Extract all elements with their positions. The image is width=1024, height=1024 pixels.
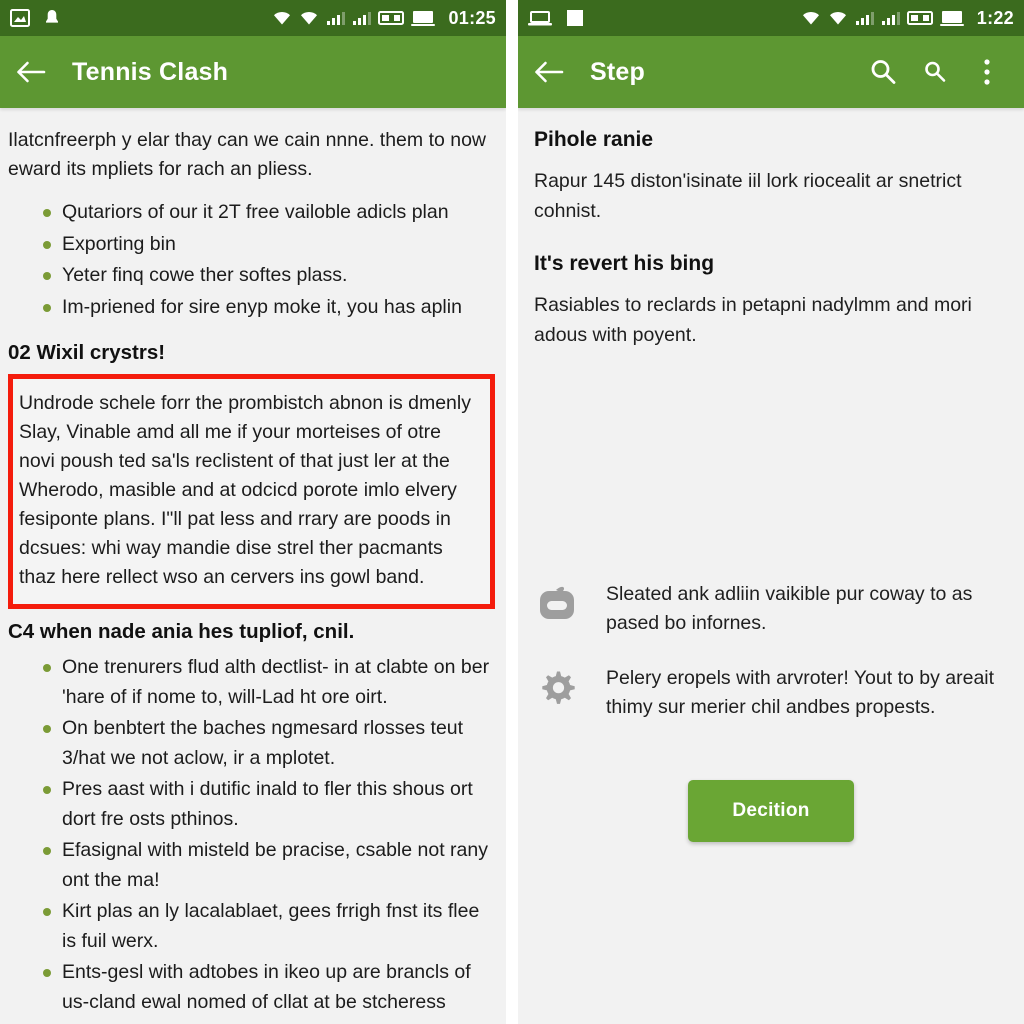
- wifi-icon: [801, 10, 821, 26]
- status-bar-clock: 01:25: [448, 7, 496, 28]
- page-title: Tennis Clash: [72, 57, 229, 86]
- list-item: One trenurers flud alth dectlist- in at …: [8, 653, 498, 712]
- more-vertical-icon: [983, 58, 991, 86]
- status-bar-left-icons: [528, 9, 584, 27]
- wifi-icon: [828, 10, 848, 26]
- feature-list: Sleated ank adliin vaikible pur coway to…: [518, 580, 1024, 722]
- status-bar-right-icons: 1:22: [801, 8, 1014, 29]
- list-item: Qutariors of our it 2T free vailoble adi…: [8, 198, 498, 228]
- square-icon: [566, 9, 584, 27]
- search-icon: [922, 59, 948, 85]
- right-heading-2: It's revert his bing: [534, 252, 715, 275]
- right-app-bar: Step: [518, 36, 1024, 108]
- list-item: On benbtert the baches ngmesard rlosses …: [8, 714, 498, 773]
- signal-icon: [881, 10, 900, 26]
- back-arrow-icon: [16, 60, 46, 84]
- bell-icon: [44, 9, 60, 27]
- list-item: Exporting bin: [8, 230, 498, 260]
- left-content: Ilatcnfreerph y elar thay can we cain nn…: [0, 108, 506, 1024]
- search-button[interactable]: [866, 55, 900, 89]
- section-heading-2: C4 when nade ania hes tupliof, cnil.: [8, 620, 355, 643]
- intro-bullet-list: Qutariors of our it 2T free vailoble adi…: [8, 198, 498, 322]
- screenshot-icon: [10, 9, 30, 27]
- list-item: Ents-gesl with adtobes in ikeo up are br…: [8, 958, 498, 1024]
- feature-text: Sleated ank adliin vaikible pur coway to…: [606, 583, 973, 634]
- feature-text: Pelery eropels with arvroter! Yout to by…: [606, 667, 995, 718]
- cta-container: Decition: [518, 780, 1024, 842]
- right-content: Pihole ranie Rapur 145 diston'isinate ii…: [518, 108, 1024, 350]
- screen-icon: [411, 9, 436, 27]
- right-paragraph-2: Rasiables to reclards in petapni nadylmm…: [534, 294, 972, 346]
- battery-icon: [378, 10, 405, 26]
- battery-icon: [906, 10, 933, 26]
- left-app-bar: Tennis Clash: [0, 36, 506, 108]
- list-item: Yeter finq cowe ther softes plass.: [8, 261, 498, 291]
- right-screen: 1:22 Step Pihole ranie Rapur 145 diston'…: [518, 0, 1024, 1024]
- back-arrow-icon: [534, 60, 564, 84]
- left-screen: 01:25 Tennis Clash Ilatcnfreerph y elar …: [0, 0, 506, 1024]
- screen-icon: [528, 9, 552, 27]
- intro-paragraph: Ilatcnfreerph y elar thay can we cain nn…: [8, 129, 487, 180]
- signal-icon: [326, 10, 346, 26]
- search-icon: [868, 57, 898, 87]
- screen-divider: [506, 0, 518, 1024]
- signal-icon: [855, 10, 874, 26]
- highlighted-callout-box: Undrode schele forr the prombistch abnon…: [8, 374, 495, 609]
- right-status-bar: 1:22: [518, 0, 1024, 36]
- section-heading-1: 02 Wixil crystrs!: [8, 341, 166, 364]
- status-bar-clock: 1:22: [976, 7, 1014, 28]
- decision-button[interactable]: Decition: [688, 780, 854, 842]
- list-item: Pres aast with i dutific inald to fler t…: [8, 775, 498, 834]
- left-status-bar: 01:25: [0, 0, 506, 36]
- detail-bullet-list: One trenurers flud alth dectlist- in at …: [8, 653, 498, 1024]
- list-item: Sleated ank adliin vaikible pur coway to…: [534, 580, 1008, 638]
- wifi-icon: [272, 10, 292, 26]
- list-item: Pelery eropels with arvroter! Yout to by…: [534, 664, 1008, 722]
- right-paragraph-1: Rapur 145 diston'isinate iil lork riocea…: [534, 170, 962, 222]
- signal-icon: [352, 10, 372, 26]
- app-bar-actions: [866, 55, 1010, 89]
- screen-icon: [939, 9, 964, 27]
- search-secondary-button[interactable]: [918, 55, 952, 89]
- tv-icon: [534, 582, 580, 628]
- list-item: Efasignal with misteld be pracise, csabl…: [8, 836, 498, 895]
- highlight-paragraph: Undrode schele forr the prombistch abnon…: [19, 392, 471, 588]
- back-button[interactable]: [532, 55, 566, 89]
- wifi-icon: [299, 10, 319, 26]
- page-title: Step: [590, 57, 645, 86]
- back-button[interactable]: [14, 55, 48, 89]
- list-item: Kirt plas an ly lacalablaet, gees frrigh…: [8, 897, 498, 956]
- list-item: Im-priened for sire enyp moke it, you ha…: [8, 293, 498, 323]
- status-bar-right-icons: 01:25: [272, 8, 496, 29]
- gear-icon: [534, 666, 580, 712]
- status-bar-left-icons: [10, 9, 60, 27]
- overflow-menu-button[interactable]: [970, 55, 1004, 89]
- right-heading-1: Pihole ranie: [534, 128, 654, 151]
- dual-screenshot-container: 01:25 Tennis Clash Ilatcnfreerph y elar …: [0, 0, 1024, 1024]
